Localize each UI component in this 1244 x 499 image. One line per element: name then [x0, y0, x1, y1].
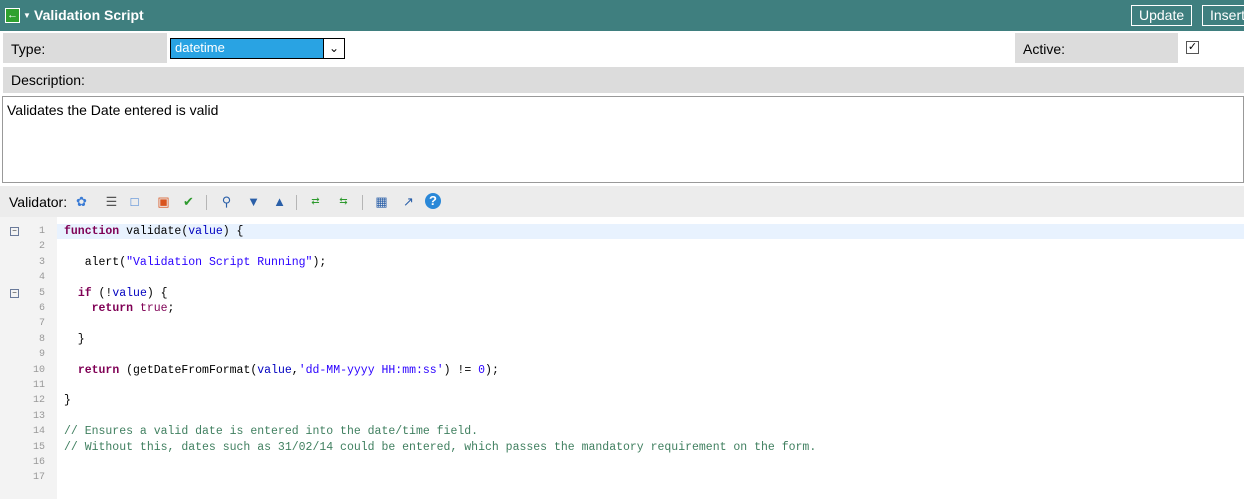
help-icon[interactable]: ? [425, 193, 441, 209]
comment-icon[interactable]: □ [126, 193, 143, 210]
format-code-icon[interactable]: ☰ [103, 193, 120, 210]
code-line: 16 [0, 455, 1244, 470]
chevron-down-icon[interactable]: ⌄ [323, 39, 344, 58]
active-checkbox[interactable]: ✓ [1186, 41, 1199, 54]
toolbar-divider [362, 195, 363, 210]
line-number: 9 [38, 349, 45, 361]
description-header: Description: [3, 67, 1244, 93]
fold-collapse-icon[interactable]: − [10, 288, 19, 298]
line-number: 1 [38, 226, 45, 237]
line-number: 8 [38, 333, 45, 345]
code-line: − 1 function validate(value) { [0, 224, 1244, 239]
line-number: 10 [32, 364, 45, 376]
code-line: 15 // Without this, dates such as 31/02/… [0, 440, 1244, 455]
line-number: 16 [32, 457, 45, 468]
code-text: return true; [91, 302, 175, 315]
description-textarea[interactable]: Validates the Date entered is valid [2, 96, 1244, 183]
chevron-down-icon[interactable]: ▼ [245, 193, 262, 210]
type-select[interactable]: datetime ⌄ [170, 38, 345, 59]
line-number: 14 [32, 426, 45, 438]
line-number: 5 [38, 287, 45, 299]
type-label-cell: Type: [3, 33, 167, 63]
fold-collapse-icon[interactable]: − [10, 227, 19, 236]
code-text: return (getDateFromFormat(value,'dd-MM-y… [77, 363, 499, 377]
code-line: 11 [0, 378, 1244, 393]
line-number: 2 [38, 241, 45, 253]
line-number: 11 [32, 380, 45, 391]
back-menu-chevron-icon[interactable]: ▼ [23, 11, 31, 20]
type-label: Type: [11, 41, 46, 57]
code-line: 3 alert("Validation Script Running"); [0, 255, 1244, 270]
code-line: 14 // Ensures a valid date is entered in… [0, 424, 1244, 439]
code-line: 12 } [0, 393, 1244, 408]
code-line: 4 [0, 270, 1244, 285]
code-comment: // Ensures a valid date is entered into … [64, 425, 479, 439]
code-line: 9 [0, 347, 1244, 362]
line-number: 6 [38, 303, 45, 314]
type-select-value: datetime [175, 40, 225, 55]
code-editor[interactable]: − 1 function validate(value) { 2 3 alert… [0, 217, 1244, 499]
description-label: Description: [11, 72, 85, 88]
line-number: 4 [38, 272, 45, 284]
validator-label: Validator: [9, 194, 68, 210]
code-text: } [64, 332, 85, 346]
toolbar-divider [296, 195, 297, 210]
title-bar: ← ▼ Validation Script Update Insert [0, 0, 1244, 31]
code-line: 7 [0, 316, 1244, 331]
search-icon[interactable]: ⚲ [218, 193, 235, 210]
code-comment: // Without this, dates such as 31/02/14 … [64, 440, 817, 454]
line-number: 7 [38, 318, 45, 330]
line-number: 13 [32, 410, 45, 422]
line-number: 17 [32, 472, 45, 484]
code-line: 10 return (getDateFromFormat(value,'dd-M… [0, 363, 1244, 378]
script-debug-icon[interactable]: ✿ [73, 193, 90, 210]
replace-all-icon[interactable]: ⇆ [335, 193, 352, 210]
check-syntax-icon[interactable]: ✔ [180, 193, 197, 210]
description-value: Validates the Date entered is valid [7, 102, 219, 118]
fullscreen-icon[interactable]: ↗ [400, 193, 417, 210]
code-text: } [64, 394, 71, 408]
code-line: 6 return true; [0, 301, 1244, 316]
uncomment-icon[interactable]: ▣ [155, 193, 172, 210]
update-button[interactable]: Update [1131, 5, 1193, 26]
code-line: 13 [0, 409, 1244, 424]
code-line: 17 [0, 470, 1244, 485]
toolbar-divider [206, 195, 207, 210]
back-arrow-icon[interactable]: ← [5, 8, 20, 23]
line-number: 3 [38, 256, 45, 268]
code-text: alert("Validation Script Running"); [64, 255, 327, 269]
code-line: 2 [0, 239, 1244, 254]
code-text: if (!value) { [77, 286, 168, 300]
line-number: 12 [32, 395, 45, 407]
active-label: Active: [1023, 41, 1066, 57]
validator-toolbar: Validator: ✿ ☰ □ ▣ ✔ ⚲ ▼ ▲ ⇄ ⇆ ▦ ↗ ? [0, 186, 1244, 217]
code-line: 8 } [0, 332, 1244, 347]
save-icon[interactable]: ▦ [373, 193, 390, 210]
code-text: function validate(value) { [64, 225, 244, 238]
code-line: − 5 if (!value) { [0, 286, 1244, 301]
chevron-up-icon[interactable]: ▲ [271, 193, 288, 210]
insert-button[interactable]: Insert [1202, 5, 1244, 26]
page-title: Validation Script [34, 7, 144, 23]
line-number: 15 [32, 441, 45, 453]
active-label-cell: Active: [1015, 33, 1178, 63]
replace-icon[interactable]: ⇄ [307, 193, 324, 210]
